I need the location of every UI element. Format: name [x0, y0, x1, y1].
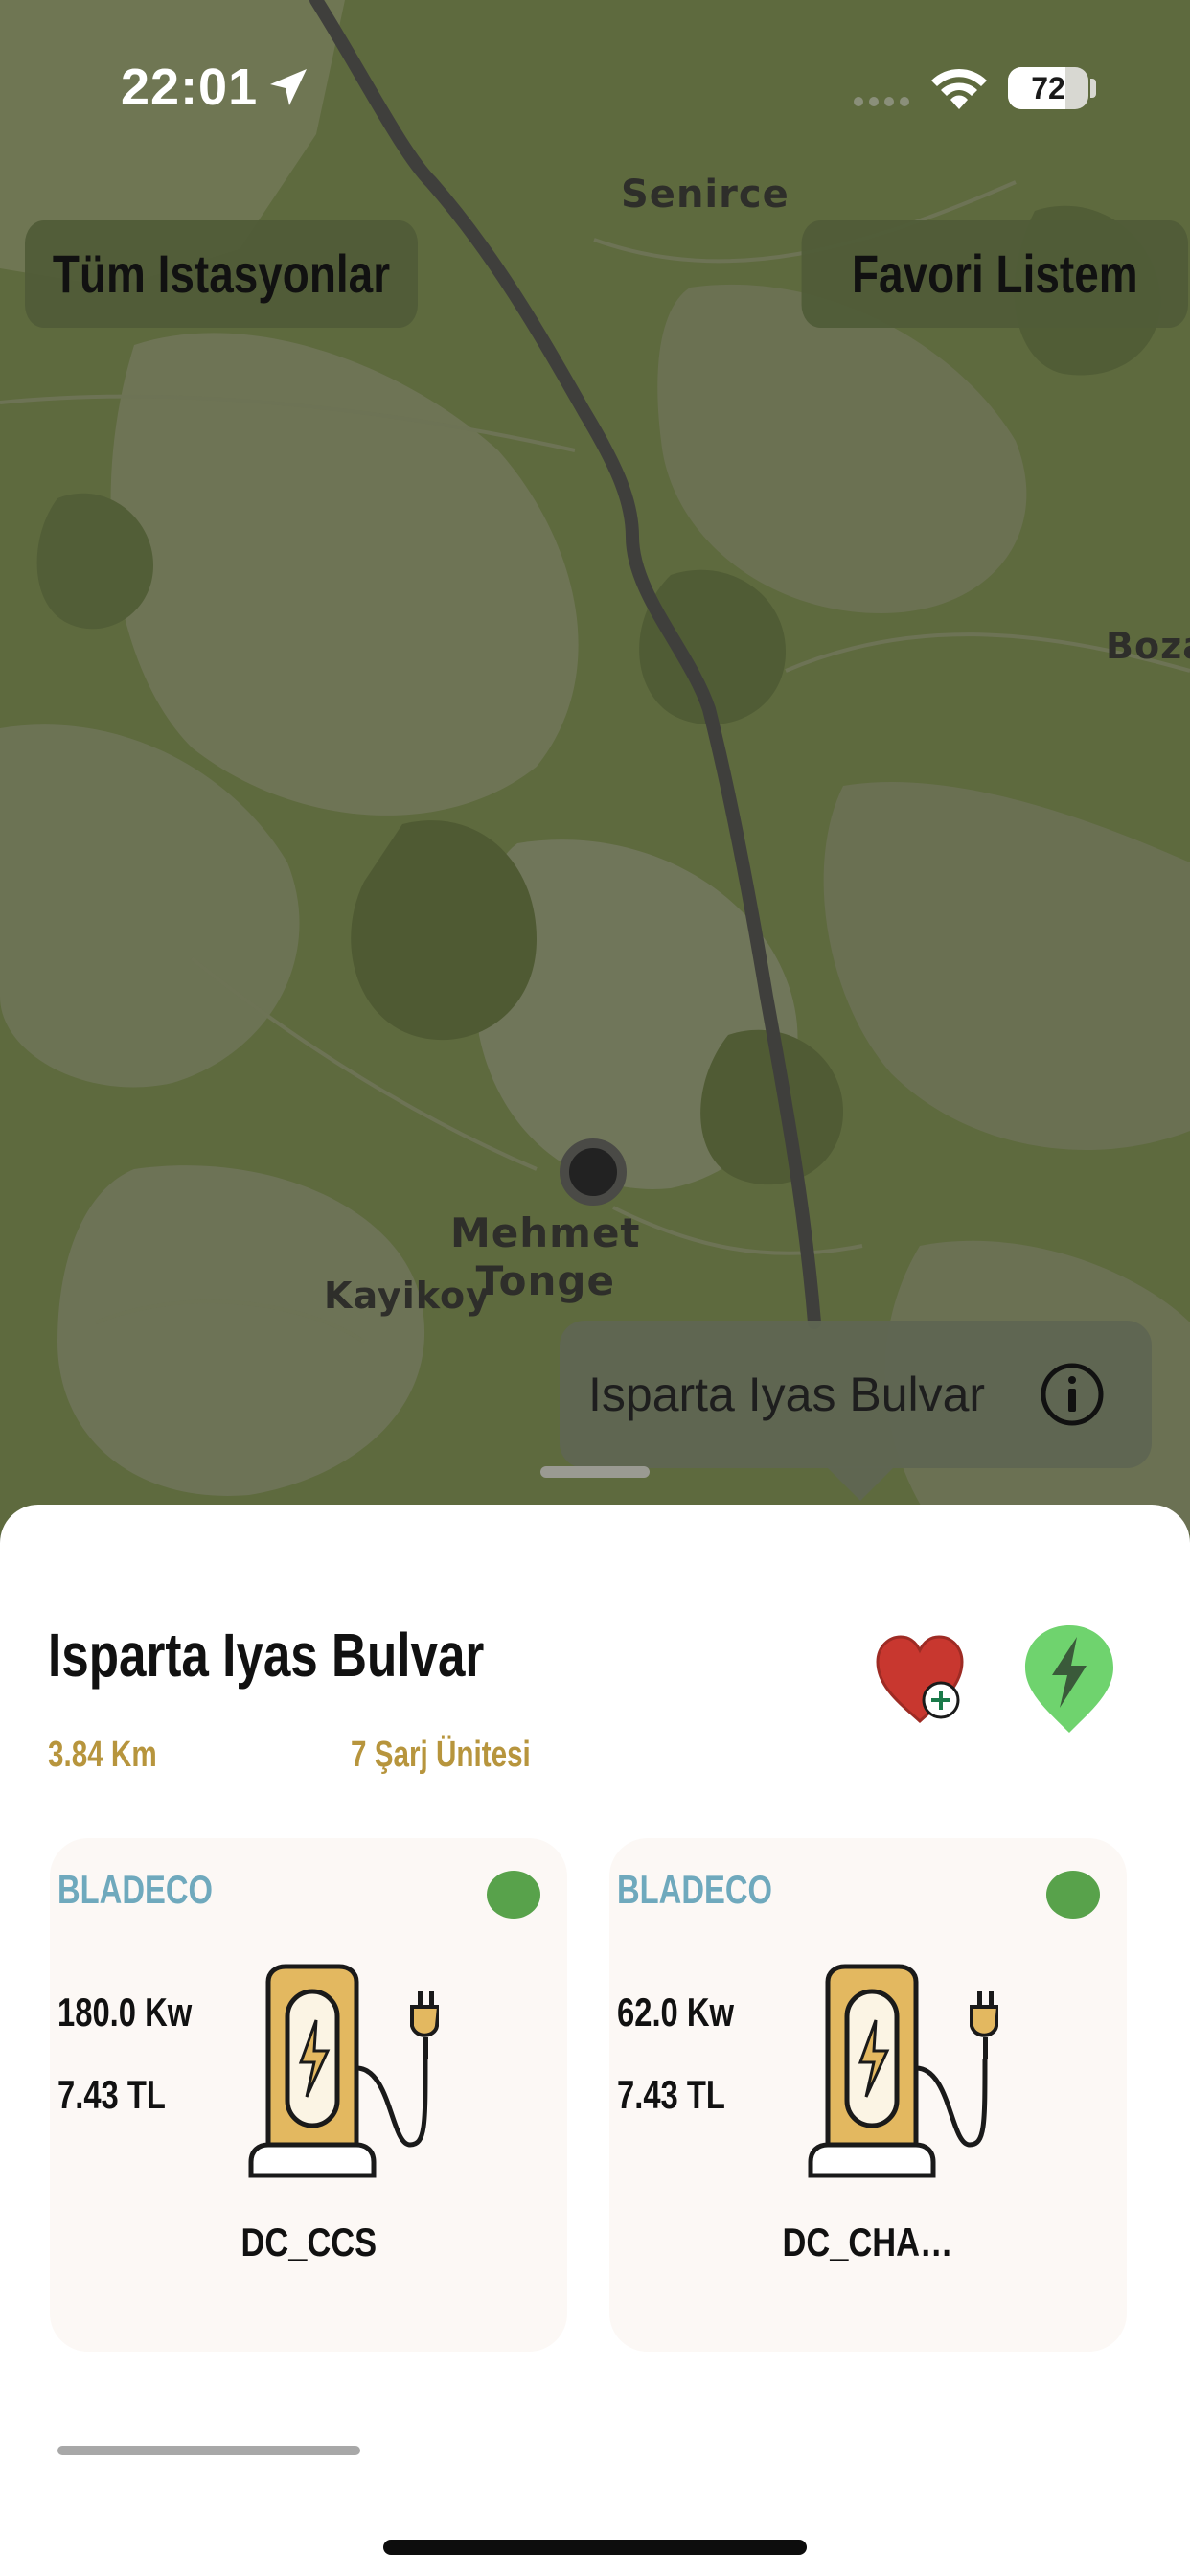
station-unit-count: 7 Şarj Ünitesi — [351, 1735, 531, 1775]
home-indicator[interactable] — [383, 2540, 807, 2555]
map-label-mehmet: Mehmet — [450, 1209, 641, 1256]
horizontal-scroll-indicator[interactable] — [57, 2446, 360, 2455]
charger-price: 7.43 TL — [57, 2072, 166, 2117]
location-arrow-icon — [270, 69, 307, 105]
cellular-signal-icon — [854, 97, 909, 106]
info-icon[interactable] — [1039, 1361, 1106, 1428]
map-label-senirce: Senirce — [621, 172, 790, 217]
charging-station-icon — [248, 1964, 439, 2178]
charger-power: 62.0 Kw — [617, 1990, 735, 2035]
charger-price: 7.43 TL — [617, 2072, 725, 2117]
station-callout[interactable]: Isparta Iyas Bulvar — [560, 1321, 1152, 1468]
map-location-pin[interactable] — [560, 1138, 627, 1206]
status-time: 22:01 — [121, 58, 259, 116]
station-detail-sheet: Isparta Iyas Bulvar 3.84 Km 7 Şarj Ünite… — [0, 1505, 1190, 2576]
charger-card[interactable]: BLADECO 180.0 Kw 7.43 TL DC_CCS — [50, 1838, 567, 2352]
wifi-icon — [931, 69, 987, 109]
station-name: Isparta Iyas Bulvar — [48, 1621, 485, 1690]
battery-percent: 72 — [1031, 71, 1065, 105]
callout-tail — [826, 1466, 895, 1501]
connector-type: DC_CCS — [240, 2220, 377, 2265]
station-distance: 3.84 Km — [48, 1735, 157, 1775]
map-label-kayikoy: Kayikoy — [324, 1275, 491, 1317]
heart-add-icon[interactable] — [872, 1629, 968, 1729]
battery-nub — [1090, 79, 1096, 98]
charger-brand: BLADECO — [617, 1867, 772, 1912]
charger-status-dot — [1046, 1871, 1100, 1919]
favorites-list-button[interactable]: Favori Listem — [801, 220, 1188, 328]
callout-title: Isparta Iyas Bulvar — [588, 1368, 986, 1421]
all-stations-button[interactable]: Tüm Istasyonlar — [25, 220, 418, 328]
map-label-boza: Boza — [1106, 625, 1190, 667]
sheet-grabber[interactable] — [540, 1466, 650, 1478]
charger-status-dot — [487, 1871, 540, 1919]
charge-pin-icon[interactable] — [1019, 1620, 1119, 1736]
charging-station-icon — [808, 1964, 998, 2178]
charger-power: 180.0 Kw — [57, 1990, 193, 2035]
charger-card[interactable]: BLADECO 62.0 Kw 7.43 TL DC_CHA… — [609, 1838, 1127, 2352]
connector-type: DC_CHA… — [783, 2220, 953, 2265]
charger-brand: BLADECO — [57, 1867, 213, 1912]
battery-indicator: 72 — [1008, 67, 1088, 109]
